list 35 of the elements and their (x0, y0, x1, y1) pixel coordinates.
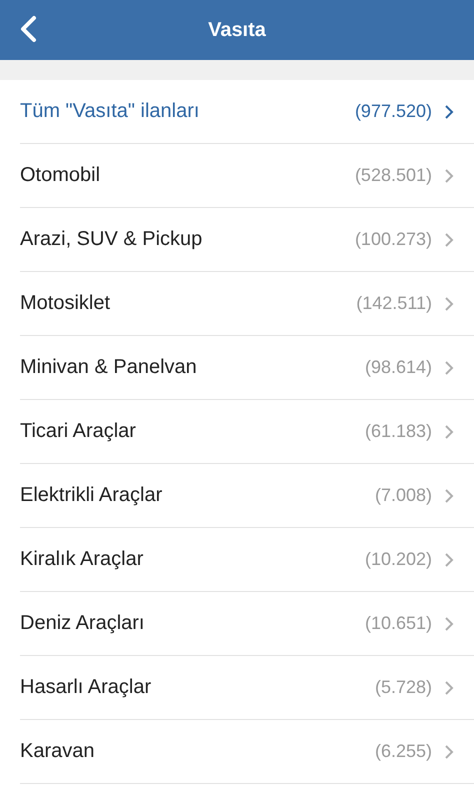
chevron-icon (444, 232, 454, 248)
category-item[interactable]: Deniz Araçları (10.651) (20, 592, 474, 656)
listing-count: (7.008) (374, 485, 432, 506)
listing-count: (528.501) (354, 165, 432, 186)
category-item[interactable]: Hasarlı Araçlar (5.728) (20, 656, 474, 720)
chevron-icon (444, 616, 454, 632)
category-item[interactable]: Elektrikli Araçlar (7.008) (20, 464, 474, 528)
chevron-icon (444, 360, 454, 376)
category-item[interactable]: Minivan & Panelvan (98.614) (20, 336, 474, 400)
category-item[interactable]: Karavan (6.255) (20, 720, 474, 784)
category-item[interactable]: Ticari Araçlar (61.183) (20, 400, 474, 464)
chevron-icon (444, 488, 454, 504)
listing-count: (6.255) (374, 741, 432, 762)
listing-count: (142.511) (356, 293, 432, 314)
listing-count: (61.183) (364, 421, 432, 442)
chevron-icon (444, 680, 454, 696)
listing-count: (10.651) (364, 613, 432, 634)
chevron-icon (444, 104, 454, 120)
chevron-icon (444, 552, 454, 568)
category-item[interactable]: Arazi, SUV & Pickup (100.273) (20, 208, 474, 272)
listing-count: (10.202) (364, 549, 432, 570)
category-item[interactable]: Tüm "Vasıta" ilanları (977.520) (20, 80, 474, 144)
chevron-icon (444, 744, 454, 760)
listing-count: (977.520) (354, 101, 432, 122)
category-item[interactable]: Otomobil (528.501) (20, 144, 474, 208)
back-icon[interactable] (18, 15, 38, 43)
listing-count: (5.728) (374, 677, 432, 698)
category-item[interactable]: Motosiklet (142.511) (20, 272, 474, 336)
chevron-icon (444, 168, 454, 184)
chevron-icon (444, 424, 454, 440)
page-title: Vasıta (208, 18, 266, 42)
category-item[interactable]: Kiralık Araçlar (10.202) (20, 528, 474, 592)
listing-count: (98.614) (364, 357, 432, 378)
listing-count: (100.273) (354, 229, 432, 250)
chevron-icon (444, 296, 454, 312)
